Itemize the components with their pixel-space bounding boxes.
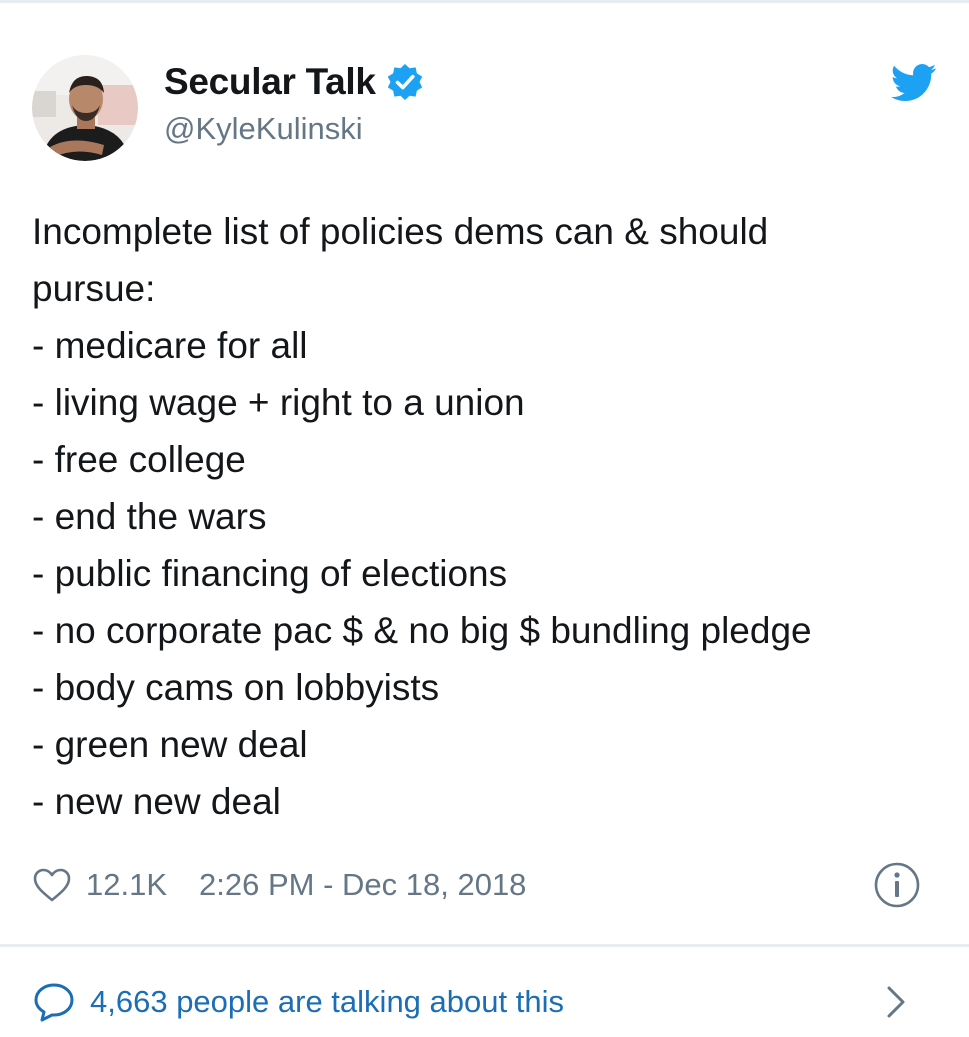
conversation-link[interactable]: 4,663 people are talking about this <box>32 975 937 1029</box>
tweet-line: - public financing of elections <box>32 553 508 594</box>
top-border <box>0 0 969 3</box>
tweet-line: - end the wars <box>32 496 267 537</box>
avatar[interactable] <box>32 55 138 161</box>
tweet-timestamp[interactable]: 2:26 PM - Dec 18, 2018 <box>199 867 526 903</box>
author-handle[interactable]: @KyleKulinski <box>164 111 424 147</box>
conversation-label[interactable]: 4,663 people are talking about this <box>90 984 564 1020</box>
tweet-line: - living wage + right to a union <box>32 382 525 423</box>
verified-badge-icon <box>386 63 424 101</box>
twitter-bird-icon[interactable] <box>890 63 937 103</box>
tweet-line: - free college <box>32 439 246 480</box>
tweet-line: pursue: <box>32 268 156 309</box>
heart-icon[interactable] <box>32 867 72 903</box>
chevron-right-icon[interactable] <box>883 983 909 1021</box>
tweet-line: - body cams on lobbyists <box>32 667 440 708</box>
divider <box>0 944 969 947</box>
tweet-line: Incomplete list of policies dems can & s… <box>32 211 769 252</box>
display-name-row: Secular Talk <box>164 59 424 105</box>
tweet-header: Secular Talk @KyleKulinski <box>32 55 937 167</box>
tweet-line: - green new deal <box>32 724 308 765</box>
tweet-line: - no corporate pac $ & no big $ bundling… <box>32 610 812 651</box>
tweet-line: - medicare for all <box>32 325 308 366</box>
like-count[interactable]: 12.1K <box>86 867 167 903</box>
tweet-meta: 12.1K 2:26 PM - Dec 18, 2018 <box>32 860 937 910</box>
tweet-line: - new new deal <box>32 781 281 822</box>
tweet-text: Incomplete list of policies dems can & s… <box>32 203 937 830</box>
speech-bubble-icon <box>32 981 76 1023</box>
display-name[interactable]: Secular Talk <box>164 61 376 103</box>
info-icon[interactable] <box>873 861 921 909</box>
author-names[interactable]: Secular Talk @KyleKulinski <box>164 59 424 147</box>
